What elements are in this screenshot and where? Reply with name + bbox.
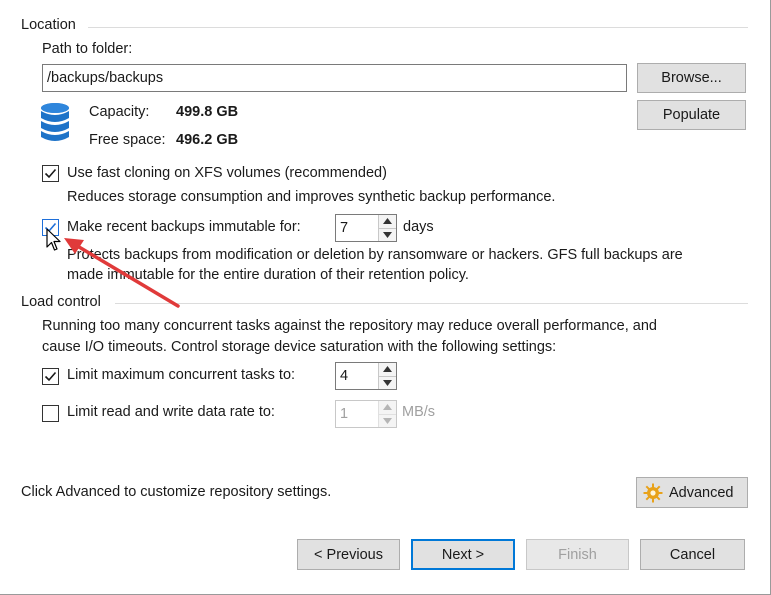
load-control-group-label: Load control xyxy=(21,294,101,310)
location-group-label: Location xyxy=(21,17,76,33)
gear-icon xyxy=(643,483,663,503)
immutable-label[interactable]: Make recent backups immutable for: xyxy=(67,219,301,235)
max-tasks-spinner[interactable] xyxy=(335,362,397,390)
fast-cloning-checkbox[interactable] xyxy=(42,165,59,182)
immutable-description-line2: made immutable for the entire duration o… xyxy=(67,267,469,283)
max-tasks-label[interactable]: Limit maximum concurrent tasks to: xyxy=(67,367,295,383)
browse-button[interactable]: Browse... xyxy=(637,63,746,93)
data-rate-label[interactable]: Limit read and write data rate to: xyxy=(67,404,275,420)
free-space-label: Free space: xyxy=(89,132,166,148)
spin-down-icon xyxy=(379,413,396,427)
spin-up-icon xyxy=(379,401,396,414)
path-to-folder-input[interactable] xyxy=(42,64,627,92)
checkmark-icon xyxy=(44,222,57,233)
immutable-days-unit: days xyxy=(403,219,434,235)
max-tasks-input[interactable] xyxy=(336,363,378,389)
immutable-checkbox[interactable] xyxy=(42,219,59,236)
capacity-value: 499.8 GB xyxy=(176,104,239,120)
advanced-hint: Click Advanced to customize repository s… xyxy=(21,484,332,500)
data-rate-input xyxy=(336,401,378,427)
immutable-description-line1: Protects backups from modification or de… xyxy=(67,247,683,263)
spin-down-icon[interactable] xyxy=(379,375,396,389)
fast-cloning-description: Reduces storage consumption and improves… xyxy=(67,189,556,205)
location-group-divider xyxy=(88,27,748,28)
advanced-button-label: Advanced xyxy=(669,484,734,501)
spin-up-icon[interactable] xyxy=(379,363,396,376)
data-rate-checkbox[interactable] xyxy=(42,405,59,422)
advanced-button[interactable]: Advanced xyxy=(636,477,748,508)
load-control-description-line2: cause I/O timeouts. Control storage devi… xyxy=(42,339,557,355)
finish-button: Finish xyxy=(526,539,629,570)
wizard-page: Location Path to folder: Browse... Capac… xyxy=(0,0,771,595)
checkmark-icon xyxy=(44,168,57,179)
path-to-folder-label: Path to folder: xyxy=(42,41,133,57)
previous-button[interactable]: < Previous xyxy=(297,539,400,570)
spin-down-icon[interactable] xyxy=(379,227,396,241)
load-control-group-divider xyxy=(115,303,748,304)
load-control-description-line1: Running too many concurrent tasks agains… xyxy=(42,318,657,334)
immutable-days-spinner[interactable] xyxy=(335,214,397,242)
capacity-label: Capacity: xyxy=(89,104,150,120)
spin-up-icon[interactable] xyxy=(379,215,396,228)
max-tasks-checkbox[interactable] xyxy=(42,368,59,385)
next-button[interactable]: Next > xyxy=(411,539,515,570)
immutable-days-input[interactable] xyxy=(336,215,378,241)
cancel-button[interactable]: Cancel xyxy=(640,539,745,570)
database-icon xyxy=(40,102,70,144)
checkmark-icon xyxy=(44,371,57,382)
fast-cloning-label[interactable]: Use fast cloning on XFS volumes (recomme… xyxy=(67,165,387,181)
free-space-value: 496.2 GB xyxy=(176,132,239,148)
data-rate-spinner xyxy=(335,400,397,428)
data-rate-unit: MB/s xyxy=(402,404,436,420)
populate-button[interactable]: Populate xyxy=(637,100,746,130)
